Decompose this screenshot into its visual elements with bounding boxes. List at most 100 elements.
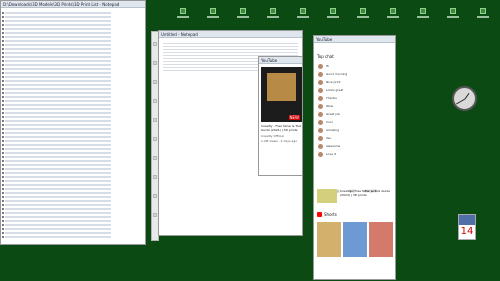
- toolbar-button[interactable]: [153, 42, 157, 46]
- list-row[interactable]: [2, 180, 111, 182]
- list-row[interactable]: [2, 28, 111, 30]
- list-row[interactable]: [2, 120, 111, 122]
- list-row[interactable]: [2, 168, 111, 170]
- toolbar-button[interactable]: [153, 194, 157, 198]
- chat-message[interactable]: Cool: [318, 118, 383, 126]
- list-row[interactable]: [2, 36, 111, 38]
- list-row[interactable]: [2, 60, 111, 62]
- chat-message[interactable]: Wow: [318, 102, 383, 110]
- list-row[interactable]: [2, 16, 111, 18]
- list-row[interactable]: [2, 88, 111, 90]
- chat-message[interactable]: Love it: [318, 150, 383, 158]
- middle-window-titlebar[interactable]: Untitled - Notepad: [159, 31, 302, 38]
- list-row[interactable]: [2, 112, 111, 114]
- clock-widget[interactable]: [452, 86, 477, 111]
- list-row[interactable]: [2, 144, 111, 146]
- list-row[interactable]: [2, 132, 111, 134]
- shorts-thumb[interactable]: [343, 222, 367, 257]
- file-list-titlebar[interactable]: D:\Downloads\3D Models\3D Prints\3D Prin…: [1, 1, 145, 8]
- list-row[interactable]: [2, 56, 111, 58]
- list-row[interactable]: [2, 140, 111, 142]
- toolbar-button[interactable]: [153, 61, 157, 65]
- list-row[interactable]: [2, 64, 111, 66]
- desktop-icon[interactable]: [300, 8, 306, 14]
- toolbar-button[interactable]: [153, 213, 157, 217]
- list-row[interactable]: [2, 32, 111, 34]
- desktop-icon[interactable]: [330, 8, 336, 14]
- toolbar-button[interactable]: [153, 175, 157, 179]
- youtube-titlebar[interactable]: YouTube: [314, 36, 395, 43]
- desktop-icon[interactable]: [180, 8, 186, 14]
- desktop-icon[interactable]: [270, 8, 276, 14]
- list-row[interactable]: [2, 228, 111, 230]
- list-row[interactable]: [2, 124, 111, 126]
- list-row[interactable]: [2, 172, 111, 174]
- list-row[interactable]: [2, 200, 111, 202]
- list-row[interactable]: [2, 148, 111, 150]
- shorts-thumb[interactable]: [369, 222, 393, 257]
- chat-message[interactable]: Looks great: [318, 86, 383, 94]
- toolbar-button[interactable]: [153, 99, 157, 103]
- shorts-thumb[interactable]: [317, 222, 341, 257]
- toolbar-button[interactable]: [153, 137, 157, 141]
- desktop-icon[interactable]: [240, 8, 246, 14]
- list-row[interactable]: [2, 236, 111, 238]
- list-row[interactable]: [2, 128, 111, 130]
- list-row[interactable]: [2, 204, 111, 206]
- list-row[interactable]: [2, 52, 111, 54]
- video-popup-titlebar[interactable]: YouTube: [259, 57, 302, 64]
- list-row[interactable]: [2, 192, 111, 194]
- desktop-icon[interactable]: [210, 8, 216, 14]
- list-row[interactable]: [2, 212, 111, 214]
- chat-message[interactable]: Awesome: [318, 142, 383, 150]
- chat-message[interactable]: Amazing: [318, 126, 383, 134]
- list-row[interactable]: [2, 96, 111, 98]
- list-row[interactable]: [2, 44, 111, 46]
- list-row[interactable]: [2, 108, 111, 110]
- desktop-icon[interactable]: [360, 8, 366, 14]
- list-row[interactable]: [2, 92, 111, 94]
- chat-message[interactable]: Nice print: [318, 78, 383, 86]
- recommended-video-title[interactable]: Creality - Free Slicer & Tool Guide (202…: [340, 189, 392, 197]
- desktop-icon[interactable]: [390, 8, 396, 14]
- calendar-widget[interactable]: 14: [458, 214, 476, 240]
- list-row[interactable]: [2, 100, 111, 102]
- chat-message[interactable]: Yes: [318, 134, 383, 142]
- list-row[interactable]: [2, 208, 111, 210]
- desktop-icon[interactable]: [420, 8, 426, 14]
- toolbar-button[interactable]: [153, 118, 157, 122]
- list-row[interactable]: [2, 72, 111, 74]
- list-row[interactable]: [2, 232, 111, 234]
- video-title[interactable]: Creality - Free Slicer & Tool Guide (202…: [261, 124, 302, 132]
- list-row[interactable]: [2, 48, 111, 50]
- list-row[interactable]: [2, 156, 111, 158]
- list-row[interactable]: [2, 116, 111, 118]
- chat-message[interactable]: Great job: [318, 110, 383, 118]
- list-row[interactable]: [2, 84, 111, 86]
- list-row[interactable]: [2, 176, 111, 178]
- list-row[interactable]: [2, 184, 111, 186]
- list-row[interactable]: [2, 12, 111, 14]
- list-row[interactable]: [2, 20, 111, 22]
- list-row[interactable]: [2, 68, 111, 70]
- list-row[interactable]: [2, 188, 111, 190]
- toolbar-button[interactable]: [153, 156, 157, 160]
- list-row[interactable]: [2, 216, 111, 218]
- list-row[interactable]: [2, 224, 111, 226]
- chat-message[interactable]: Hi: [318, 62, 383, 70]
- recommended-video-thumb[interactable]: [317, 189, 337, 203]
- list-row[interactable]: [2, 160, 111, 162]
- list-row[interactable]: [2, 104, 111, 106]
- video-thumbnail[interactable]: NEW: [261, 67, 302, 122]
- list-row[interactable]: [2, 80, 111, 82]
- list-row[interactable]: [2, 152, 111, 154]
- list-row[interactable]: [2, 40, 111, 42]
- chat-message[interactable]: Thanks: [318, 94, 383, 102]
- chat-message[interactable]: Good morning: [318, 70, 383, 78]
- toolbar-button[interactable]: [153, 80, 157, 84]
- list-row[interactable]: [2, 220, 111, 222]
- desktop-icon[interactable]: [480, 8, 486, 14]
- list-row[interactable]: [2, 196, 111, 198]
- list-row[interactable]: [2, 136, 111, 138]
- list-row[interactable]: [2, 76, 111, 78]
